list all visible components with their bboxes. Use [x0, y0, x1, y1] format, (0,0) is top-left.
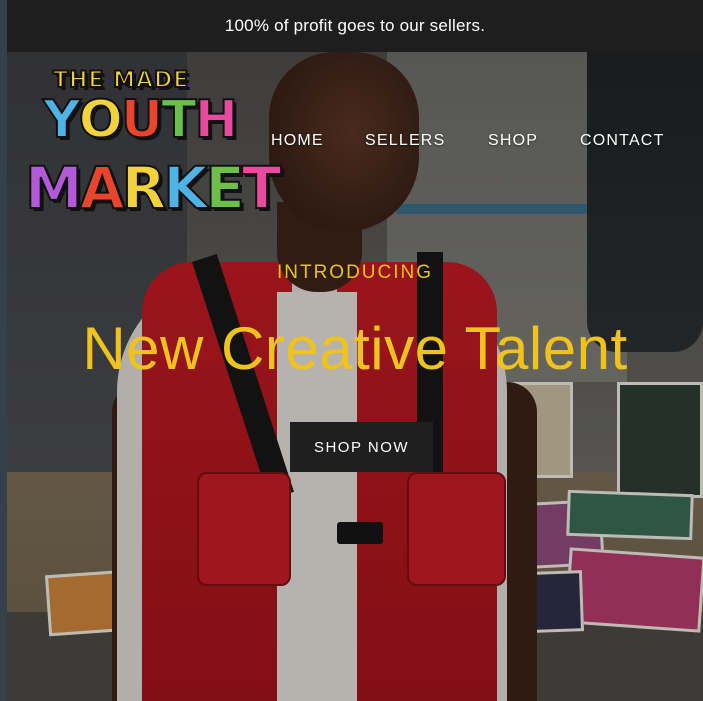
logo-letter: T [241, 153, 283, 223]
logo-letter: A [79, 153, 126, 223]
nav-contact-link[interactable]: CONTACT [580, 132, 665, 150]
logo-line-youth: YOUTH [42, 89, 239, 151]
hero-title: New Creative Talent [82, 315, 628, 382]
nav-shop-link[interactable]: SHOP [488, 132, 538, 150]
logo-letter: T [160, 89, 198, 151]
logo-line-market: MARKET [24, 153, 283, 223]
page-frame: 100% of profit goes to our sellers. THE … [0, 0, 703, 701]
announcement-text: 100% of profit goes to our sellers. [224, 16, 486, 35]
nav-sellers-link[interactable]: SELLERS [365, 132, 445, 150]
logo-letter: H [194, 89, 239, 151]
logo-letter: M [24, 153, 84, 223]
hero-section: THE MADE YOUTH MARKET HOME SELLERS SHOP … [7, 52, 703, 701]
logo-letter: E [204, 153, 246, 223]
logo-letter: U [120, 89, 164, 151]
announcement-bar: 100% of profit goes to our sellers. [7, 0, 703, 52]
shop-now-button[interactable]: SHOP NOW [290, 422, 433, 472]
site-logo[interactable]: THE MADE YOUTH MARKET [21, 66, 282, 236]
hero-kicker: INTRODUCING [276, 262, 434, 283]
logo-letter: R [121, 153, 168, 223]
logo-letter: O [78, 89, 124, 151]
nav-home-link[interactable]: HOME [271, 132, 324, 150]
logo-letter: K [162, 153, 209, 223]
logo-letter: Y [42, 89, 82, 151]
